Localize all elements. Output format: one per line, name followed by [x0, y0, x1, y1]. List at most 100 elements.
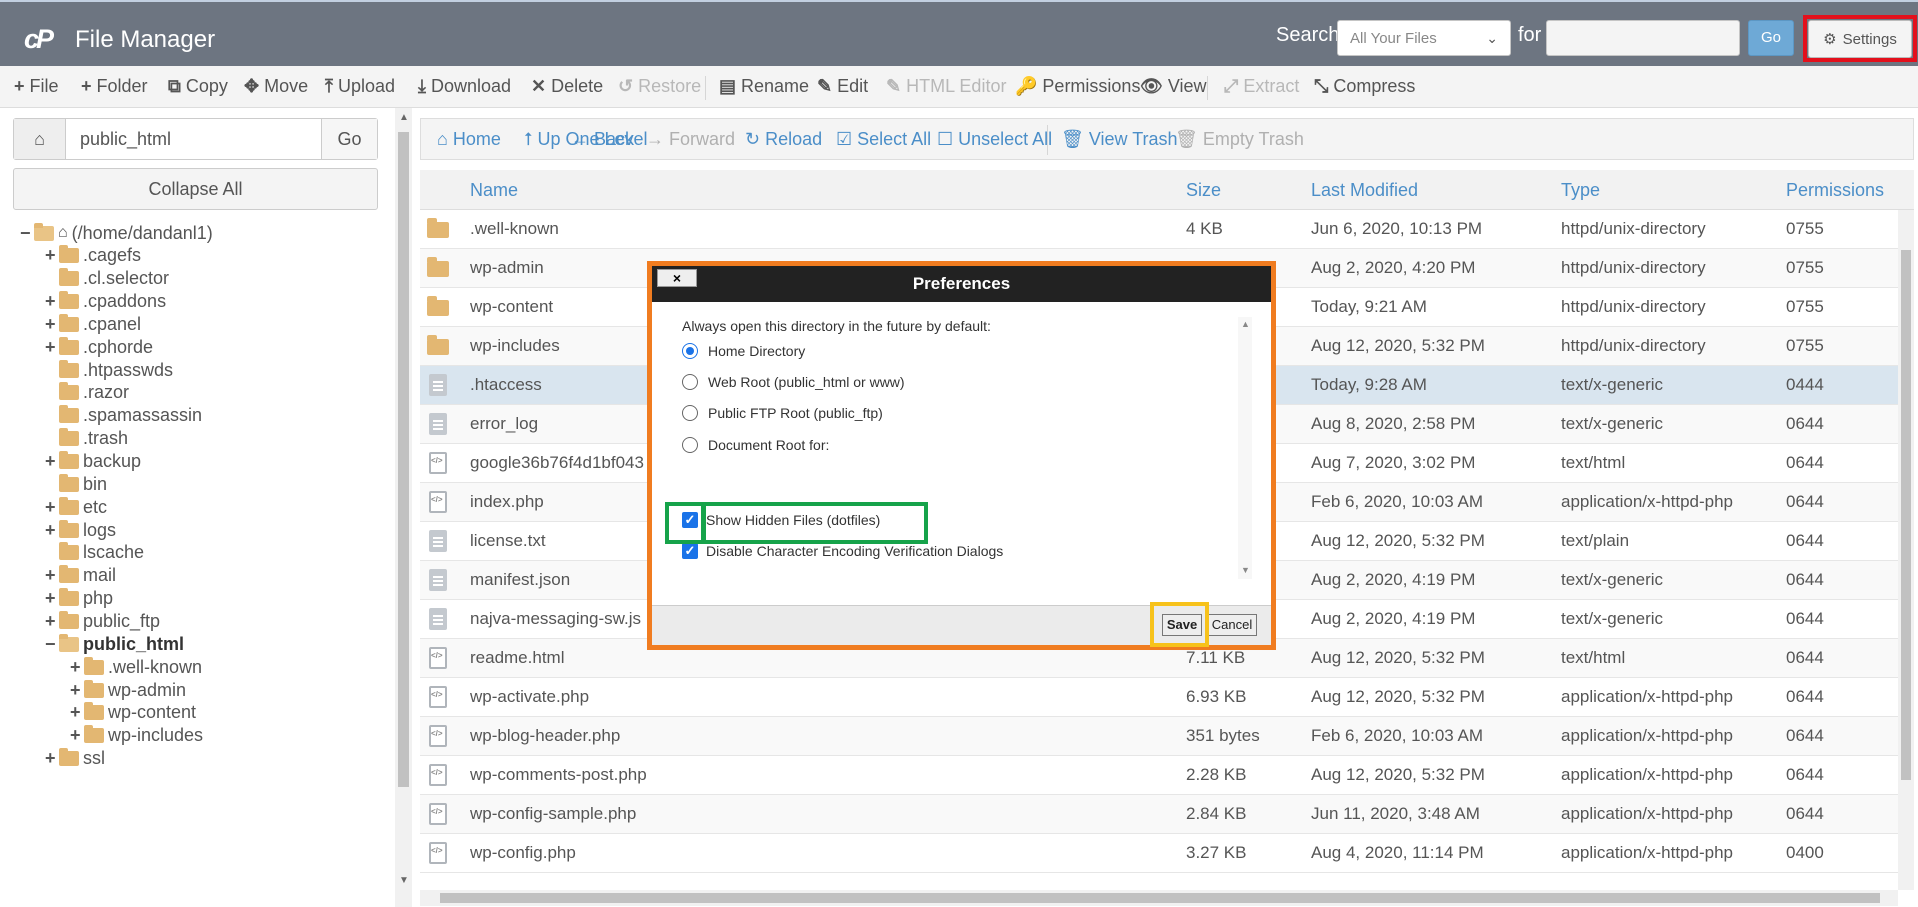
radio-button[interactable] — [682, 437, 698, 453]
file-list-scrollbar[interactable] — [1898, 210, 1914, 890]
horizontal-scrollbar[interactable] — [420, 890, 1898, 906]
reload-button[interactable]: ↻ Reload — [745, 129, 822, 150]
tree-item-label: .cphorde — [83, 336, 154, 357]
file-list-scroll-thumb[interactable] — [1901, 250, 1911, 780]
file-permissions: 0755 — [1786, 297, 1824, 316]
dialog-scrollbar[interactable]: ▲ ▼ — [1238, 317, 1252, 579]
cancel-button[interactable]: Cancel — [1207, 614, 1257, 636]
expand-icon[interactable]: + — [70, 702, 84, 723]
expand-icon[interactable]: + — [70, 657, 84, 678]
expand-icon[interactable]: + — [45, 497, 59, 518]
expand-icon[interactable]: + — [70, 680, 84, 701]
radio-button[interactable] — [682, 374, 698, 390]
file-type: application/x-httpd-php — [1561, 765, 1734, 784]
column-type-header[interactable]: Type — [1561, 180, 1600, 201]
home-button[interactable]: ⌂ — [14, 119, 66, 159]
expand-icon[interactable]: + — [70, 725, 84, 746]
expand-icon[interactable]: + — [45, 291, 59, 312]
file-name: google36b76f4d1bf043 — [470, 453, 644, 472]
radio-label: Document Root for: — [708, 437, 830, 453]
copy-button[interactable]: ⧉ Copy — [168, 76, 228, 97]
document-icon — [429, 569, 447, 591]
column-name-header[interactable]: Name — [470, 180, 518, 201]
radio-home-directory[interactable]: Home Directory — [682, 341, 805, 361]
sidebar-scrollbar[interactable]: ▲ ▼ — [395, 108, 412, 907]
expand-icon[interactable]: + — [45, 520, 59, 541]
expand-icon[interactable]: + — [45, 588, 59, 609]
expand-icon[interactable]: + — [45, 565, 59, 586]
table-row[interactable]: wp-comments-post.php 2.28 KB Aug 12, 2020,… — [420, 756, 1898, 795]
search-input[interactable] — [1546, 20, 1740, 56]
upload-button[interactable]: ⤒ Upload — [325, 76, 395, 97]
radio-public-ftp-root[interactable]: Public FTP Root (public_ftp) — [682, 403, 883, 423]
column-size-header[interactable]: Size — [1186, 180, 1221, 201]
tree-item-label: .cpanel — [83, 313, 142, 334]
folder-icon — [59, 428, 79, 447]
search-scope-select[interactable]: All Your Files ⌄ — [1337, 20, 1511, 56]
rename-button[interactable]: ▤ Rename — [719, 76, 809, 97]
scroll-down-icon[interactable]: ▼ — [1241, 565, 1250, 575]
expand-icon[interactable]: + — [45, 451, 59, 472]
download-button[interactable]: ⤓ Download — [418, 76, 511, 97]
table-row[interactable]: wp-config-sample.php 2.84 KB Jun 11, 2020,… — [420, 795, 1898, 834]
back-button[interactable]: ← Back — [571, 129, 634, 150]
radio-button[interactable] — [682, 343, 698, 359]
empty-trash-label: Empty Trash — [1202, 129, 1304, 149]
table-row[interactable]: .well-known 4 KB Jun 6, 2020, 10:13 PM http… — [420, 210, 1898, 249]
sidebar-scroll-thumb[interactable] — [398, 132, 409, 787]
table-row[interactable]: wp-activate.php 6.93 KB Aug 12, 2020, 5:32… — [420, 678, 1898, 717]
back-label: Back — [594, 129, 635, 149]
column-permissions-header[interactable]: Permissions — [1786, 180, 1884, 201]
select-all-icon: ☑ — [836, 129, 858, 149]
unselect-all-button[interactable]: ☐ Unselect All — [937, 129, 1052, 150]
tree-item[interactable]: + ssl — [45, 746, 105, 772]
permissions-button[interactable]: 🔑 Permissions — [1015, 76, 1140, 97]
file-permissions: 0644 — [1786, 570, 1824, 589]
folder-icon — [59, 610, 79, 629]
expand-icon[interactable]: + — [45, 314, 59, 335]
table-row[interactable]: wp-config.php 3.27 KB Aug 4, 2020, 11:14 P… — [420, 834, 1898, 873]
column-last-modified-header[interactable]: Last Modified — [1311, 180, 1418, 201]
compress-button[interactable]: ⤡ Compress — [1314, 76, 1415, 97]
radio-document-root[interactable]: Document Root for: — [682, 435, 829, 455]
expand-icon[interactable]: + — [45, 245, 59, 266]
checkbox-disable-encoding-dialogs[interactable]: ✓ Disable Character Encoding Verification… — [682, 541, 1003, 561]
new-file-button[interactable]: + File — [14, 76, 59, 97]
edit-button[interactable]: ✎ Edit — [817, 76, 868, 97]
new-folder-button[interactable]: + Folder — [81, 76, 148, 97]
restore-button[interactable]: ↺ Restore — [618, 76, 701, 97]
radio-button[interactable] — [682, 405, 698, 421]
edit-label: Edit — [837, 76, 869, 96]
delete-button[interactable]: ✕ Delete — [531, 76, 603, 97]
expand-icon[interactable]: + — [45, 611, 59, 632]
forward-button[interactable]: → Forward — [646, 129, 735, 150]
path-go-button[interactable]: Go — [321, 119, 377, 159]
file-name: wp-comments-post.php — [470, 765, 647, 784]
collapse-icon[interactable]: − — [20, 223, 34, 244]
radio-web-root[interactable]: Web Root (public_html or www) — [682, 372, 905, 392]
file-type: text/html — [1561, 648, 1626, 667]
horizontal-scroll-thumb[interactable] — [440, 893, 1880, 903]
home-label: Home — [452, 129, 501, 149]
expand-icon[interactable]: + — [45, 337, 59, 358]
checkmark-icon[interactable]: ✓ — [682, 543, 698, 559]
collapse-all-button[interactable]: Collapse All — [13, 168, 378, 210]
view-trash-button[interactable]: 🗑 View Trash — [1061, 129, 1178, 150]
tree-item-label: wp-includes — [108, 725, 204, 746]
extract-button[interactable]: ⤢ Extract — [1224, 76, 1299, 97]
scroll-down-icon[interactable]: ▼ — [399, 875, 409, 886]
expand-icon[interactable]: + — [45, 748, 59, 769]
scroll-up-icon[interactable]: ▲ — [399, 112, 409, 123]
html-editor-button[interactable]: ✎ HTML Editor — [886, 76, 1006, 97]
scroll-up-icon[interactable]: ▲ — [1241, 319, 1250, 329]
close-icon[interactable]: × — [657, 269, 697, 287]
path-input[interactable]: public_html — [80, 129, 171, 150]
move-button[interactable]: ✥ Move — [244, 76, 308, 97]
search-go-button[interactable]: Go — [1748, 20, 1794, 56]
table-row[interactable]: wp-blog-header.php 351 bytes Feb 6, 2020, … — [420, 717, 1898, 756]
collapse-icon[interactable]: − — [45, 634, 59, 655]
home-button[interactable]: ⌂ Home — [437, 129, 501, 150]
view-button[interactable]: 👁 View — [1140, 76, 1207, 97]
empty-trash-button[interactable]: 🗑 Empty Trash — [1175, 129, 1304, 150]
select-all-button[interactable]: ☑ Select All — [836, 129, 931, 150]
